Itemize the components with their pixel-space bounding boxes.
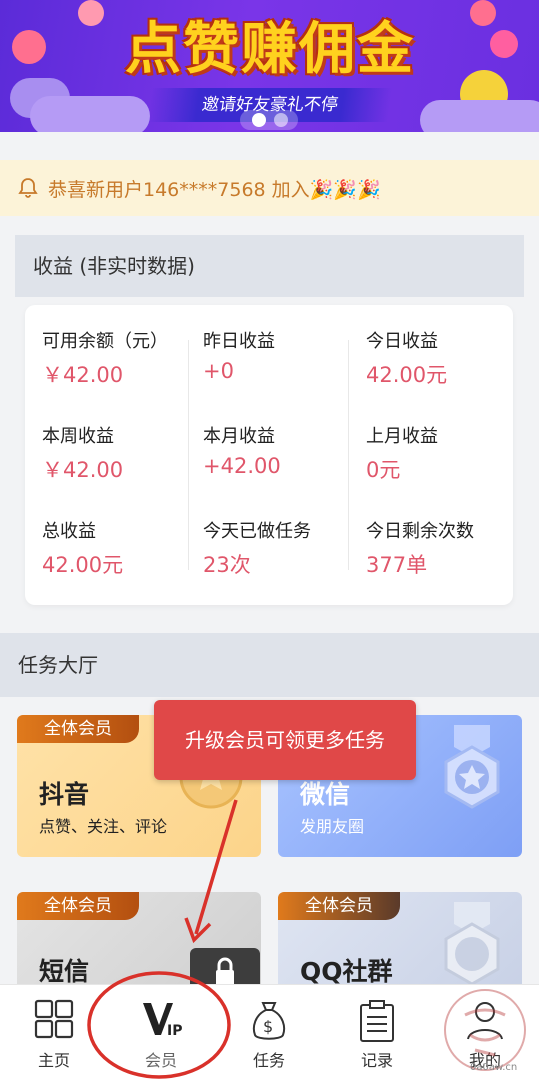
stat-value: 42.00元 xyxy=(42,553,124,577)
member-tag: 全体会员 xyxy=(278,892,400,920)
stat-label: 本月收益 xyxy=(203,426,275,447)
carousel-indicator[interactable] xyxy=(240,110,298,130)
stat-value: +0 xyxy=(203,359,234,383)
task-title: 抖音 xyxy=(39,780,90,809)
stat-value: 377单 xyxy=(366,553,428,577)
stat-label: 今天已做任务 xyxy=(203,521,311,542)
member-tag: 全体会员 xyxy=(17,715,139,743)
svg-text:$: $ xyxy=(263,1017,273,1036)
stat-month: 本月收益 +42.00 xyxy=(203,422,281,478)
stat-yesterday: 昨日收益 +0 xyxy=(203,327,275,383)
task-title: 微信 xyxy=(300,780,351,809)
nav-label: 会员 xyxy=(144,1051,177,1070)
task-title: QQ社群 xyxy=(300,957,393,986)
task-hall-header: 任务大厅 xyxy=(0,633,539,697)
svg-text:IP: IP xyxy=(167,1023,182,1039)
money-bag-icon: $ xyxy=(252,1002,286,1040)
notice-text: 恭喜新用户146****7568 加入🎉🎉🎉 xyxy=(48,178,381,201)
stat-label: 总收益 xyxy=(42,521,96,542)
stat-value: ￥42.00 xyxy=(42,458,124,482)
decor-ball xyxy=(490,30,518,58)
decor-cloud xyxy=(420,100,539,132)
vip-icon: IP xyxy=(143,1003,182,1039)
watermark-text: 0a0aw.cn xyxy=(470,1062,518,1073)
clipboard-icon xyxy=(360,1000,394,1042)
nav-label: 记录 xyxy=(360,1051,393,1070)
nav-vip[interactable]: IP 会员 xyxy=(116,985,206,1080)
stat-value: ￥42.00 xyxy=(42,363,124,387)
bell-icon xyxy=(18,178,38,198)
notice-bar: 恭喜新用户146****7568 加入🎉🎉🎉 xyxy=(0,160,539,216)
upgrade-tooltip[interactable]: 升级会员可领更多任务 xyxy=(154,700,416,780)
task-subtitle: 发朋友圈 xyxy=(300,817,365,836)
decor-ball xyxy=(470,0,496,26)
carousel-dot-active[interactable] xyxy=(252,113,266,127)
nav-label: 主页 xyxy=(37,1051,70,1070)
income-header: 收益 (非实时数据) xyxy=(15,235,524,297)
nav-tasks[interactable]: $ 任务 xyxy=(224,985,314,1080)
stat-label: 上月收益 xyxy=(366,426,438,447)
stat-week: 本周收益 ￥42.00 xyxy=(42,422,123,484)
task-title: 短信 xyxy=(39,957,90,986)
stat-value: 42.00元 xyxy=(366,363,448,387)
stat-total: 总收益 42.00元 xyxy=(42,517,123,579)
banner-title: 点赞赚佣金 xyxy=(125,17,415,82)
member-tag: 全体会员 xyxy=(17,892,139,920)
stat-available-balance: 可用余额（元） ￥42.00 xyxy=(42,327,168,389)
nav-home[interactable]: 主页 xyxy=(9,985,99,1080)
divider xyxy=(348,340,349,570)
decor-cloud xyxy=(30,96,150,132)
stat-value: 0元 xyxy=(366,458,401,482)
medal-icon xyxy=(444,725,500,809)
divider xyxy=(188,340,189,570)
task-card-qq[interactable]: 全体会员 QQ社群 xyxy=(278,892,522,992)
stat-label: 今日剩余次数 xyxy=(366,521,474,542)
stat-label: 昨日收益 xyxy=(203,331,275,352)
stat-last-month: 上月收益 0元 xyxy=(366,422,438,484)
stat-label: 可用余额（元） xyxy=(42,331,168,352)
income-card: 可用余额（元） ￥42.00 昨日收益 +0 今日收益 42.00元 本周收益 … xyxy=(25,305,513,605)
decor-ball xyxy=(12,30,46,64)
stat-today: 今日收益 42.00元 xyxy=(366,327,447,389)
task-subtitle: 点赞、关注、评论 xyxy=(39,817,168,836)
stat-remaining: 今日剩余次数 377单 xyxy=(366,517,474,579)
stat-value: 23次 xyxy=(203,553,251,577)
carousel-dot[interactable] xyxy=(274,113,288,127)
nav-label: 任务 xyxy=(252,1051,285,1070)
medal-icon xyxy=(444,902,500,986)
nav-records[interactable]: 记录 xyxy=(332,985,422,1080)
stat-tasks-done: 今天已做任务 23次 xyxy=(203,517,311,579)
stat-label: 今日收益 xyxy=(366,331,438,352)
stat-label: 本周收益 xyxy=(42,426,114,447)
stat-value: +42.00 xyxy=(203,454,281,478)
grid-icon xyxy=(34,999,74,1039)
promo-banner[interactable]: 点赞赚佣金 邀请好友豪礼不停 xyxy=(0,0,539,132)
